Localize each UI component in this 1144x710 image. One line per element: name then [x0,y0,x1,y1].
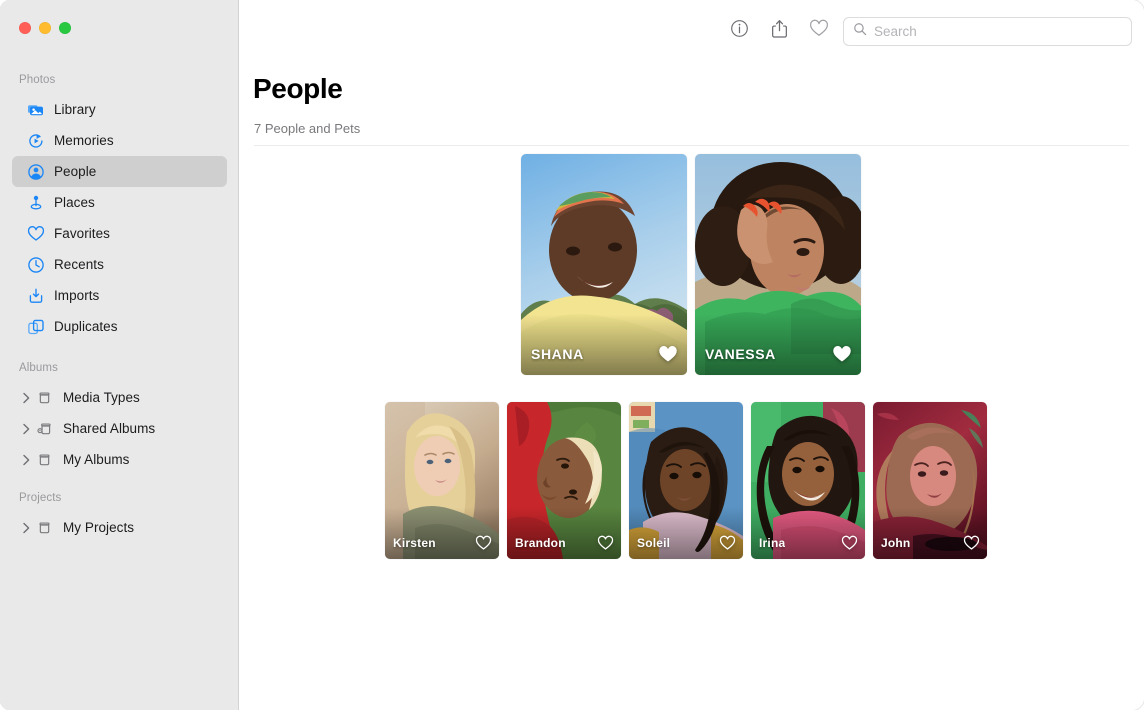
share-button[interactable] [759,16,799,46]
sidebar-item-recents[interactable]: Recents [12,249,227,280]
favorite-button[interactable] [799,16,839,46]
sidebar-item-label: My Albums [63,452,129,467]
minimize-button[interactable] [39,22,51,34]
share-icon [770,19,789,44]
tile-footer: Irina [751,527,865,559]
sidebar-item-people[interactable]: People [12,156,227,187]
sidebar-item-memories[interactable]: Memories [12,125,227,156]
search-input[interactable]: Search [843,17,1132,46]
album-icon [35,518,54,537]
person-name: VANESSA [705,346,776,362]
tile-footer: John [873,527,987,559]
places-icon [26,193,45,212]
duplicates-icon [26,317,45,336]
heart-outline-icon[interactable] [841,535,858,551]
person-name: Irina [759,536,785,550]
info-icon [730,19,749,43]
chevron-right-icon[interactable] [20,522,33,534]
sidebar-list-albums: Media Types Shared Albums [0,382,239,475]
person-tile-shana[interactable]: SHANA [521,154,687,375]
heart-outline-icon[interactable] [597,535,614,551]
sidebar-item-library[interactable]: Library [12,94,227,125]
people-grid-row-2: Kirsten [385,402,987,559]
sidebar-item-shared-albums[interactable]: Shared Albums [12,413,227,444]
chevron-right-icon[interactable] [20,392,33,404]
heart-outline-icon[interactable] [475,535,492,551]
sidebar-list-photos: Library Memories [0,94,239,342]
tile-footer: Brandon [507,527,621,559]
sidebar-section-header-photos: Photos [0,74,55,86]
clock-icon [26,255,45,274]
tile-footer: SHANA [521,333,687,375]
chevron-right-icon[interactable] [20,454,33,466]
photos-app-window: Photos Albums Projects Library [0,0,1144,710]
heart-icon [26,224,45,243]
sidebar-section-header-projects: Projects [0,492,61,504]
info-button[interactable] [719,16,759,46]
sidebar-item-my-projects[interactable]: My Projects [12,512,227,543]
search-icon [853,22,867,41]
person-tile-vanessa[interactable]: VANESSA [695,154,861,375]
sidebar-item-label: Places [54,195,95,210]
sidebar-item-label: People [54,164,96,179]
tile-footer: Soleil [629,527,743,559]
page-subtitle: 7 People and Pets [254,121,360,136]
tile-footer: VANESSA [695,333,861,375]
sidebar-item-label: Library [54,102,96,117]
sidebar-item-label: Recents [54,257,104,272]
sidebar-item-label: Shared Albums [63,421,155,436]
person-tile-john[interactable]: John [873,402,987,559]
sidebar-item-favorites[interactable]: Favorites [12,218,227,249]
heart-outline-icon[interactable] [963,535,980,551]
heart-filled-icon[interactable] [832,345,852,363]
search-placeholder: Search [874,24,917,39]
close-button[interactable] [19,22,31,34]
person-name: SHANA [531,346,584,362]
people-grid-row-1: SHANA [521,154,861,375]
sidebar-item-places[interactable]: Places [12,187,227,218]
person-tile-soleil[interactable]: Soleil [629,402,743,559]
sidebar-item-media-types[interactable]: Media Types [12,382,227,413]
heart-filled-icon[interactable] [658,345,678,363]
person-name: Soleil [637,536,670,550]
sidebar-item-imports[interactable]: Imports [12,280,227,311]
toolbar: Search [239,0,1144,62]
person-tile-irina[interactable]: Irina [751,402,865,559]
chevron-right-icon[interactable] [20,423,33,435]
tile-footer: Kirsten [385,527,499,559]
heart-outline-icon[interactable] [719,535,736,551]
album-icon [35,450,54,469]
person-name: Kirsten [393,536,436,550]
person-tile-brandon[interactable]: Brandon [507,402,621,559]
sidebar-item-duplicates[interactable]: Duplicates [12,311,227,342]
import-icon [26,286,45,305]
sidebar: Photos Albums Projects Library [0,0,239,710]
heart-icon [809,19,829,43]
person-tile-kirsten[interactable]: Kirsten [385,402,499,559]
zoom-button[interactable] [59,22,71,34]
library-icon [26,100,45,119]
memories-icon [26,131,45,150]
sidebar-item-label: Media Types [63,390,140,405]
page-title: People [253,73,342,105]
people-icon [26,162,45,181]
sidebar-item-my-albums[interactable]: My Albums [12,444,227,475]
person-name: Brandon [515,536,566,550]
person-name: John [881,536,910,550]
shared-album-icon [35,419,54,438]
main-content: Search People 7 People and Pets [239,0,1144,710]
sidebar-item-label: Duplicates [54,319,118,334]
sidebar-list-projects: My Projects [0,512,239,543]
sidebar-item-label: Memories [54,133,114,148]
window-controls [19,22,71,34]
sidebar-item-label: Favorites [54,226,110,241]
sidebar-item-label: My Projects [63,520,134,535]
album-icon [35,388,54,407]
header-divider [254,145,1129,146]
sidebar-item-label: Imports [54,288,99,303]
sidebar-section-header-albums: Albums [0,362,58,374]
